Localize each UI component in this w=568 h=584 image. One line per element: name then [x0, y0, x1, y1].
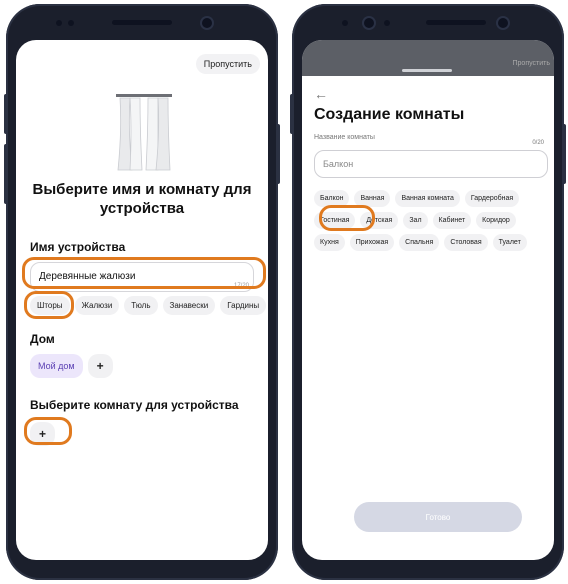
room-chip[interactable]: Балкон — [314, 190, 350, 207]
status-area — [6, 4, 278, 44]
page-title: Выберите имя и комнату для устройства — [32, 181, 252, 217]
home-chip[interactable]: Мой дом — [30, 354, 83, 378]
room-label: Выберите комнату для устройства — [30, 398, 239, 412]
home-label: Дом — [30, 332, 55, 346]
room-name-field[interactable]: Балкон — [314, 150, 548, 178]
sensor-icon — [384, 20, 390, 26]
skip-button[interactable]: Пропустить — [513, 60, 551, 67]
sheet-handle[interactable] — [402, 69, 452, 72]
device-setup-screen: Пропустить Выберите имя и комнату для ус… — [16, 40, 268, 560]
room-options: + — [30, 422, 56, 446]
room-suggestions: Балкон Ванная Ванная комната Гардеробная… — [314, 190, 548, 251]
room-chip[interactable]: Столовая — [444, 234, 488, 251]
arrow-left-icon[interactable]: ← — [314, 86, 328, 102]
camera-icon — [498, 18, 508, 28]
suggestion-chip[interactable]: Тюль — [124, 296, 158, 315]
add-room-button[interactable]: + — [30, 422, 56, 446]
device-name-field[interactable]: Деревянные жалюзи 17/20 — [30, 262, 254, 292]
room-chip[interactable]: Туалет — [492, 234, 527, 251]
device-name-label: Имя устройства — [30, 240, 126, 254]
page-title: Создание комнаты — [314, 106, 465, 123]
room-chip[interactable]: Ванная — [354, 190, 391, 207]
char-counter: 17/20 — [233, 283, 249, 289]
room-chip[interactable]: Кухня — [314, 234, 345, 251]
room-chip[interactable]: Коридор — [476, 212, 516, 229]
volume-button — [4, 94, 8, 134]
phone-right: Пропустить ← Создание комнаты Название к… — [290, 4, 566, 580]
room-chip[interactable]: Детская — [360, 212, 399, 229]
room-chip[interactable]: Гардеробная — [464, 190, 520, 207]
phone-left: Пропустить Выберите имя и комнату для ус… — [4, 4, 280, 580]
done-button[interactable]: Готово — [354, 502, 522, 532]
room-name-counter: 0/20 — [532, 140, 544, 146]
power-button — [276, 124, 280, 184]
home-options: Мой дом + — [30, 354, 113, 378]
volume-button — [4, 144, 8, 204]
camera-icon — [364, 18, 374, 28]
sensor-icon — [56, 20, 62, 26]
add-home-button[interactable]: + — [87, 354, 113, 378]
suggestion-chip[interactable]: Гардины — [220, 296, 267, 315]
curtain-icon — [116, 94, 172, 171]
room-chip[interactable]: Спальня — [399, 234, 440, 251]
camera-icon — [202, 18, 212, 28]
room-chip[interactable]: Зал — [403, 212, 428, 229]
room-name-label: Название комнаты — [314, 134, 375, 141]
speaker-icon — [426, 20, 486, 25]
suggestion-chip[interactable]: Жалюзи — [74, 296, 120, 315]
status-area — [292, 4, 564, 44]
create-room-screen: Пропустить ← Создание комнаты Название к… — [302, 40, 554, 560]
suggestion-chip[interactable]: Занавески — [162, 296, 216, 315]
room-chip[interactable]: Гостиная — [314, 212, 356, 229]
power-button — [562, 124, 566, 184]
volume-button — [290, 94, 294, 134]
sensor-icon — [342, 20, 348, 26]
room-chip[interactable]: Ванная комната — [395, 190, 460, 207]
device-name-value: Деревянные жалюзи — [39, 271, 136, 282]
name-suggestions: Шторы Жалюзи Тюль Занавески Гардины — [30, 296, 267, 315]
sensor-icon — [68, 20, 74, 26]
suggestion-chip[interactable]: Шторы — [30, 296, 70, 315]
room-chip[interactable]: Прихожая — [349, 234, 395, 251]
room-name-value: Балкон — [323, 159, 354, 169]
room-chip[interactable]: Кабинет — [432, 212, 472, 229]
speaker-icon — [112, 20, 172, 25]
skip-button[interactable]: Пропустить — [195, 54, 260, 74]
